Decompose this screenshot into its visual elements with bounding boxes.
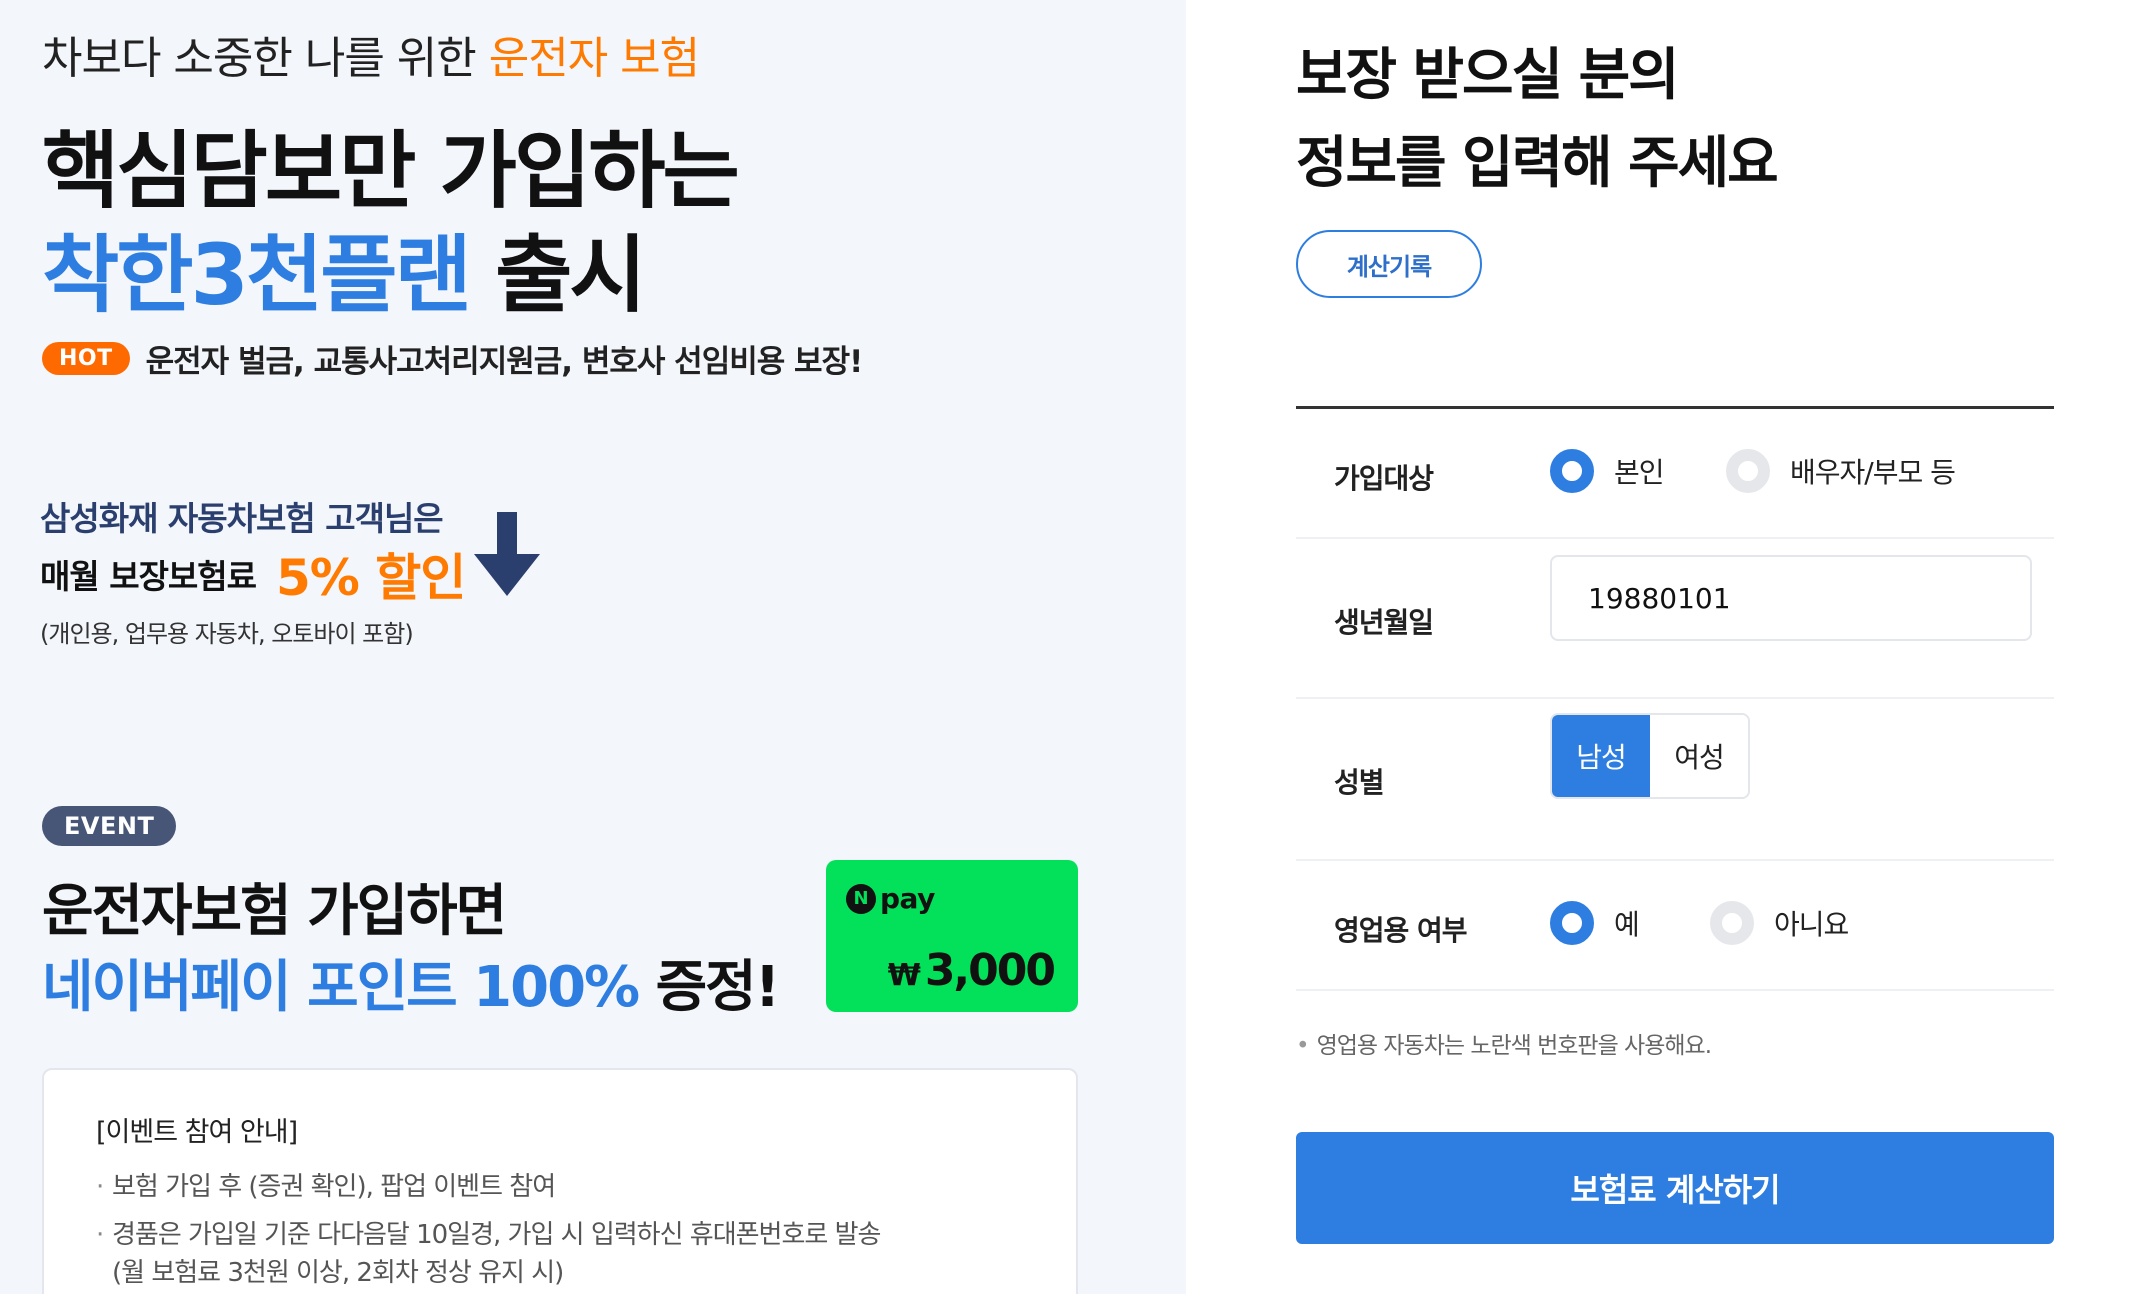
promo-panel: 차보다 소중한 나를 위한 운전자 보험 핵심담보만 가입하는 착한3천플랜 출…	[0, 0, 1186, 1294]
radio-checked-icon	[1550, 901, 1594, 945]
discount-line2: 매월 보장보험료 5% 할인	[40, 538, 466, 610]
radio-unchecked-icon	[1726, 449, 1770, 493]
hot-text: 운전자 벌금, 교통사고처리지원금, 변호사 선임비용 보장!	[145, 344, 864, 380]
gender-female-button[interactable]: 여성	[1650, 715, 1748, 797]
event-info-box: [이벤트 참여 안내] · 보험 가입 후 (증권 확인), 팝업 이벤트 참여 …	[42, 1068, 1078, 1294]
event-line1: 운전자보험 가입하면	[42, 879, 507, 944]
form-title-2: 정보를 입력해 주세요	[1296, 131, 1779, 196]
eyebrow-text: 차보다 소중한 나를 위한	[42, 33, 489, 84]
headline-suffix: 출시	[468, 226, 647, 324]
eyebrow-highlight: 운전자 보험	[488, 33, 700, 84]
form-row-target: 가입대상 본인 배우자/부모 등	[1296, 409, 2054, 539]
promo-eyebrow: 차보다 소중한 나를 위한 운전자 보험	[42, 22, 700, 86]
promo-headline: 핵심담보만 가입하는	[42, 122, 740, 220]
dob-input[interactable]	[1550, 555, 2032, 641]
event-info-item: · 경품은 가입일 기준 다다음달 10일경, 가입 시 입력하신 휴대폰번호로 …	[96, 1220, 881, 1250]
npay-card: N pay ₩3,000	[826, 860, 1078, 1012]
discount-label: 매월 보장보험료	[40, 557, 257, 596]
promo-headline-2: 착한3천플랜 출시	[42, 208, 647, 329]
radio-unchecked-icon	[1710, 901, 1754, 945]
form-row-dob: 생년월일	[1296, 539, 2054, 699]
target-self-radio[interactable]: 본인	[1550, 449, 1665, 493]
radio-label: 아니요	[1774, 908, 1849, 941]
radio-checked-icon	[1550, 449, 1594, 493]
hot-badge: HOT	[42, 342, 130, 375]
form-row-business: 영업용 여부 예 아니요	[1296, 861, 2054, 991]
event-info-title: [이벤트 참여 안내]	[96, 1117, 298, 1148]
npay-n-icon: N	[846, 883, 876, 914]
event-badge: EVENT	[42, 806, 177, 846]
event-reward: 네이버페이 포인트 100%	[42, 955, 640, 1020]
gender-label: 성별	[1334, 766, 1385, 799]
target-family-radio[interactable]: 배우자/부모 등	[1726, 449, 1956, 493]
discount-note: (개인용, 업무용 자동차, 오토바이 포함)	[40, 620, 414, 648]
calculate-premium-button[interactable]: 보험료 계산하기	[1296, 1132, 2054, 1244]
down-arrow-icon	[474, 512, 540, 596]
npay-amount: ₩3,000	[887, 945, 1056, 996]
npay-word: pay	[880, 882, 935, 915]
plan-name: 착한3천플랜	[42, 226, 472, 324]
target-label: 가입대상	[1334, 462, 1434, 495]
event-info-text: 보험 가입 후 (증권 확인), 팝업 이벤트 참여	[112, 1172, 556, 1202]
radio-label: 예	[1614, 908, 1640, 941]
business-no-radio[interactable]: 아니요	[1710, 901, 1849, 945]
event-suffix: 증정!	[638, 955, 781, 1020]
discount-rate: 5% 할인	[276, 549, 466, 607]
npay-logo: N pay	[846, 882, 935, 915]
event-line2: 네이버페이 포인트 100% 증정!	[42, 942, 781, 1023]
hot-row: HOT 운전자 벌금, 교통사고처리지원금, 변호사 선임비용 보장!	[42, 336, 864, 381]
event-info-subnote: (월 보험료 3천원 이상, 2회차 정상 유지 시)	[112, 1258, 564, 1288]
calc-history-button[interactable]: 계산기록	[1296, 230, 1482, 298]
form-panel: 보장 받으실 분의 정보를 입력해 주세요 계산기록 가입대상 본인 배우자/부…	[1186, 0, 2147, 1294]
npay-amount-value: 3,000	[924, 945, 1056, 996]
won-symbol: ₩	[887, 958, 921, 993]
event-info-text: 경품은 가입일 기준 다다음달 10일경, 가입 시 입력하신 휴대폰번호로 발…	[112, 1220, 881, 1250]
radio-label: 배우자/부모 등	[1790, 456, 1956, 489]
event-info-item: · 보험 가입 후 (증권 확인), 팝업 이벤트 참여	[96, 1172, 556, 1202]
form-row-gender: 성별 남성 여성	[1296, 699, 2054, 861]
dob-label: 생년월일	[1334, 606, 1434, 639]
discount-line1: 삼성화재 자동차보험 고객님은	[40, 499, 444, 538]
business-yes-radio[interactable]: 예	[1550, 901, 1640, 945]
business-note: • 영업용 자동차는 노란색 번호판을 사용해요.	[1296, 1033, 1712, 1059]
business-label: 영업용 여부	[1334, 914, 1468, 947]
business-note-text: 영업용 자동차는 노란색 번호판을 사용해요.	[1316, 1033, 1712, 1059]
form-title: 보장 받으실 분의	[1296, 43, 1680, 108]
radio-label: 본인	[1614, 456, 1665, 489]
gender-male-button[interactable]: 남성	[1552, 715, 1650, 797]
gender-toggle: 남성 여성	[1550, 713, 1750, 799]
